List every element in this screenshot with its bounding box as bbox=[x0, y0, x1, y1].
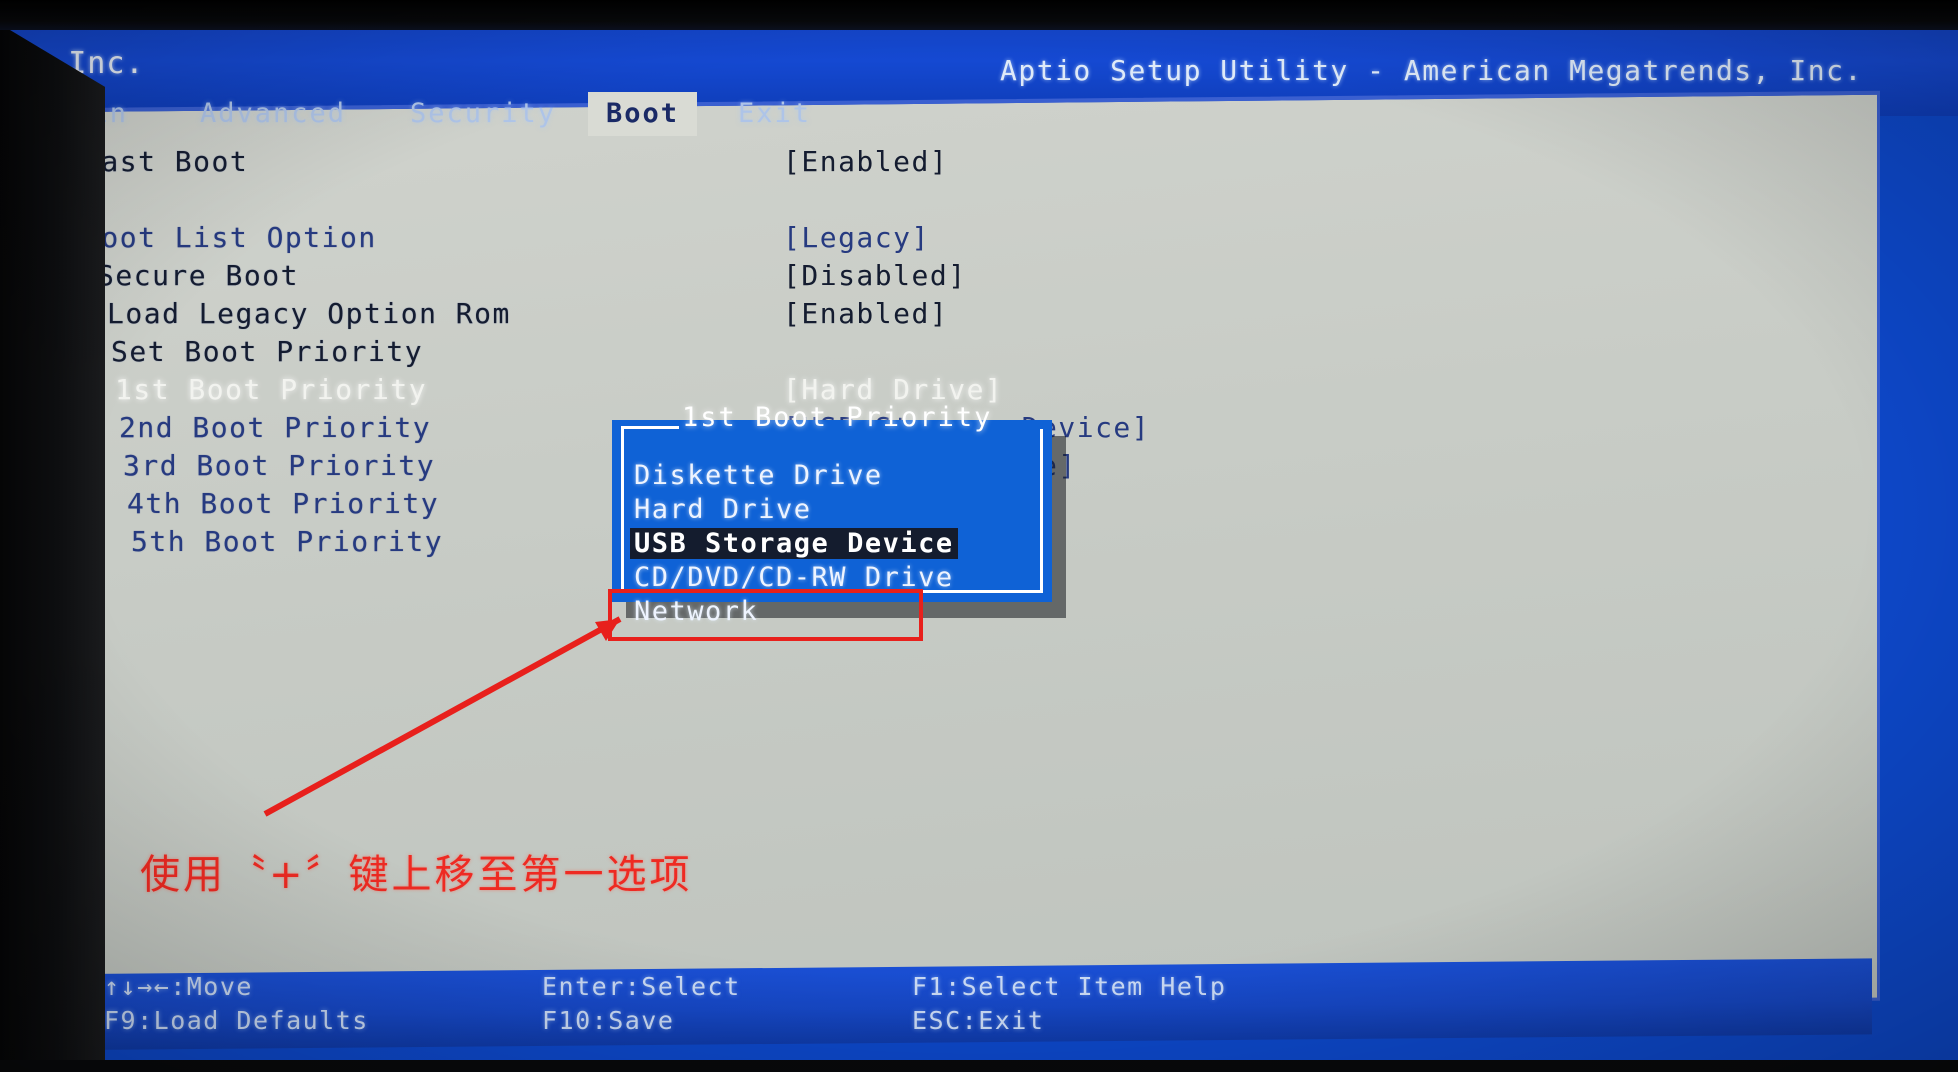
status-move: ↑↓→←:Move bbox=[104, 972, 253, 1002]
status-enter-select: Enter:Select bbox=[542, 972, 741, 1002]
status-f9-defaults: F9:Load Defaults bbox=[104, 1006, 369, 1036]
bios-photo: ell Inc. Aptio Setup Utility - American … bbox=[0, 0, 1958, 1072]
app-title: Aptio Setup Utility - American Megatrend… bbox=[1000, 54, 1863, 87]
tab-exit[interactable]: Exit bbox=[738, 92, 811, 136]
row-label: Load Legacy Option Rom bbox=[107, 296, 511, 330]
boot-priority-dialog[interactable]: 1st Boot Priority Diskette Drive Hard Dr… bbox=[612, 402, 1052, 627]
row-label: 1st Boot Priority bbox=[115, 372, 428, 406]
row-label: Boot List Option bbox=[83, 220, 377, 254]
row-label: 5th Boot Priority bbox=[131, 524, 444, 558]
dialog-option-hard-drive[interactable]: Hard Drive bbox=[634, 494, 812, 525]
menu-tab-bar: Main Advanced Security Boot Exit bbox=[0, 92, 1958, 138]
status-bar: ↑↓→←:Move Enter:Select F1:Select Item He… bbox=[82, 958, 1872, 1050]
row-label: 3rd Boot Priority bbox=[123, 448, 436, 482]
monitor-bezel-bottom bbox=[0, 1060, 1958, 1072]
tab-security[interactable]: Security bbox=[410, 92, 556, 136]
row-value[interactable]: [Enabled] bbox=[783, 296, 948, 332]
tab-advanced[interactable]: Advanced bbox=[200, 92, 346, 136]
row-label: Secure Boot bbox=[97, 258, 299, 292]
tab-boot[interactable]: Boot bbox=[588, 92, 698, 136]
row-label: 2nd Boot Priority bbox=[119, 410, 432, 444]
row-value[interactable]: [Disabled] bbox=[783, 258, 967, 294]
row-label: Fast Boot bbox=[83, 144, 249, 178]
row-label: Set Boot Priority bbox=[111, 334, 424, 368]
status-f10-save: F10:Save bbox=[542, 1006, 675, 1036]
row-value[interactable]: [Legacy] bbox=[783, 220, 930, 256]
row-value[interactable]: [Enabled] bbox=[783, 144, 948, 180]
annotation-text: 使用〝+〞键上移至第一选项 bbox=[140, 852, 693, 898]
monitor-bezel-left bbox=[0, 24, 105, 1072]
row-label: 4th Boot Priority bbox=[127, 486, 440, 520]
annotation-highlight-box bbox=[608, 589, 923, 641]
monitor-bezel-top bbox=[0, 0, 1958, 30]
dialog-title: 1st Boot Priority bbox=[682, 402, 993, 433]
status-esc-exit: ESC:Exit bbox=[912, 1006, 1045, 1036]
bios-screen: ell Inc. Aptio Setup Utility - American … bbox=[0, 24, 1958, 1064]
dialog-option-diskette-drive[interactable]: Diskette Drive bbox=[634, 460, 883, 491]
dialog-option-usb-storage-device[interactable]: USB Storage Device bbox=[630, 528, 958, 559]
status-f1-help: F1:Select Item Help bbox=[912, 972, 1227, 1002]
